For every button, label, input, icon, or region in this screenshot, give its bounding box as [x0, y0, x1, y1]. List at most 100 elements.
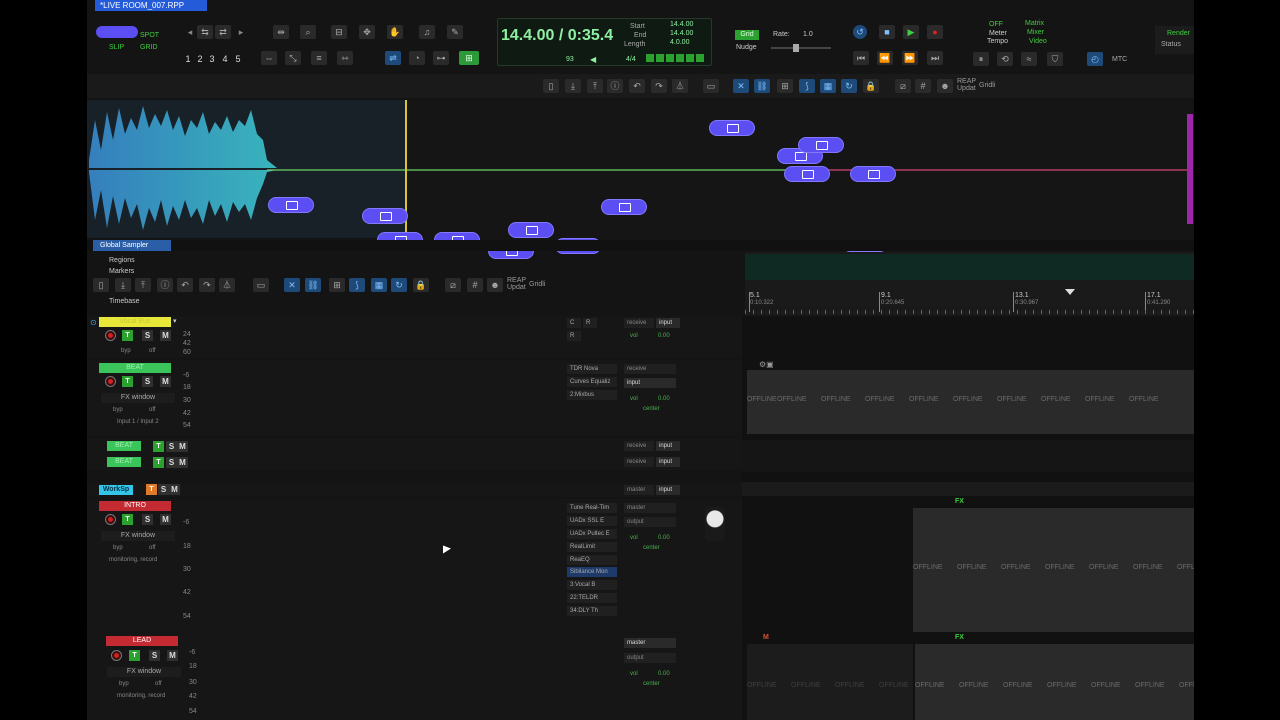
vol-value[interactable]: 0.00: [658, 669, 670, 679]
solo-button[interactable]: S: [142, 514, 153, 525]
rect-select-icon[interactable]: ▭: [703, 79, 719, 93]
receive-route[interactable]: receive: [624, 441, 654, 451]
item-fx-badge[interactable]: FX: [955, 498, 964, 505]
global-sampler-tab[interactable]: Global Sampler: [93, 240, 171, 251]
solo-button[interactable]: S: [166, 441, 177, 452]
snap-icon[interactable]: ⊞: [459, 51, 479, 65]
monitoring-selector[interactable]: monitoring, record: [109, 555, 157, 565]
global-sampler-bar[interactable]: Global Sampler: [87, 240, 1194, 251]
snap-grid-icon[interactable]: ▦: [371, 278, 387, 292]
track-worksp[interactable]: WorkSp T S M master input: [87, 483, 742, 497]
forward-icon[interactable]: ⏩: [902, 51, 918, 65]
spot-mode-label[interactable]: SPOT: [140, 32, 159, 39]
input-route[interactable]: input: [656, 485, 680, 495]
trim-icon[interactable]: ⇹: [273, 25, 289, 39]
beat-child-lane[interactable]: [742, 440, 1194, 472]
track-name[interactable]: BEAT: [107, 441, 141, 451]
arrange-area[interactable]: ⚙▣ OFFLINE OFFLINE OFFLINE OFFLINE OFFLI…: [742, 316, 1194, 720]
slip-mode-label[interactable]: SLIP: [109, 44, 124, 51]
regions-label[interactable]: Regions: [109, 257, 135, 264]
fx-slot[interactable]: UADx SSL E: [567, 516, 617, 526]
redo-icon[interactable]: ↷: [651, 79, 667, 93]
speaker-icon[interactable]: ♫: [419, 25, 435, 39]
rewind-icon[interactable]: ⏪: [877, 51, 893, 65]
fx-slot[interactable]: Tune Real-Tim: [567, 503, 617, 513]
folder-icon[interactable]: ⊙: [90, 318, 97, 327]
mtc-label[interactable]: MTC: [1112, 56, 1127, 63]
export-icon[interactable]: ⤒: [135, 278, 151, 292]
right-arrow-icon[interactable]: ▸: [233, 25, 249, 39]
rate-slider-thumb[interactable]: [793, 44, 799, 52]
matrix-button[interactable]: Matrix: [1025, 20, 1044, 27]
worksp-lane[interactable]: [742, 482, 1194, 496]
go-end-icon[interactable]: ⏭: [927, 51, 943, 65]
undo-icon[interactable]: ↶: [177, 278, 193, 292]
mute-button[interactable]: M: [169, 484, 180, 495]
pan-value[interactable]: center: [643, 543, 660, 553]
import-icon[interactable]: ⤓: [115, 278, 131, 292]
sample-clip[interactable]: [709, 120, 755, 136]
gridli-label[interactable]: Gridli: [529, 281, 545, 288]
file-icon[interactable]: ▯: [543, 79, 559, 93]
sample-clip[interactable]: [268, 197, 314, 213]
fx-window-button[interactable]: FX window: [107, 667, 181, 677]
track-name[interactable]: Vocal Bus: [99, 317, 171, 327]
lock-icon[interactable]: 🔒: [413, 278, 429, 292]
track-name[interactable]: BEAT: [99, 363, 171, 373]
track-dropdown-icon[interactable]: ▾: [173, 317, 177, 325]
fx-slot[interactable]: TDR Nova: [567, 364, 617, 374]
play-button[interactable]: ▶: [903, 25, 919, 39]
pencil-icon[interactable]: ✎: [447, 25, 463, 39]
receive-route[interactable]: receive: [624, 318, 654, 328]
waveform-area[interactable]: [87, 100, 1194, 238]
pan-value[interactable]: center: [643, 679, 660, 689]
monitor-button[interactable]: T: [122, 514, 133, 525]
rect-select-icon[interactable]: ▭: [253, 278, 269, 292]
monitor-button[interactable]: T: [146, 484, 157, 495]
record-button[interactable]: ●: [927, 25, 943, 39]
track-intro[interactable]: INTRO T S M FX window byp off monitoring…: [87, 499, 742, 631]
monitor-button[interactable]: T: [153, 457, 164, 468]
metronome-icon[interactable]: ⏃: [219, 278, 235, 292]
solo-button[interactable]: S: [149, 650, 160, 661]
slash-icon[interactable]: ⧄: [895, 79, 911, 93]
output-route[interactable]: output: [624, 653, 676, 663]
link-icon[interactable]: ⛓: [754, 79, 770, 93]
sample-clip[interactable]: [850, 166, 896, 182]
start-value[interactable]: 14.4.00: [670, 21, 693, 28]
monitor-button[interactable]: T: [153, 441, 164, 452]
grid-mode-label[interactable]: GRID: [140, 44, 158, 51]
sample-clip[interactable]: [508, 222, 554, 238]
mute-button[interactable]: M: [160, 514, 171, 525]
reap-updat-label[interactable]: REAP Updat: [957, 78, 979, 92]
sample-clip[interactable]: [601, 199, 647, 215]
redo-icon[interactable]: ↷: [199, 278, 215, 292]
metronome-off-label[interactable]: OFF: [989, 21, 1003, 28]
export-icon[interactable]: ⤒: [587, 79, 603, 93]
monitoring-selector[interactable]: monitoring, record: [117, 691, 165, 701]
master-route[interactable]: master: [624, 503, 676, 513]
number-button-3[interactable]: 3: [207, 52, 217, 66]
envelope-icon[interactable]: ⟆: [349, 278, 365, 292]
solo-button[interactable]: S: [158, 484, 169, 495]
end-value[interactable]: 14.4.00: [670, 30, 693, 37]
reap-updat-label[interactable]: REAP Updat: [507, 277, 529, 291]
markers-label[interactable]: Markers: [109, 268, 134, 275]
record-arm-button[interactable]: [111, 650, 122, 661]
fx-slot[interactable]: R: [583, 318, 597, 328]
number-button-5[interactable]: 5: [233, 52, 243, 66]
fx-window-button[interactable]: FX window: [101, 531, 175, 541]
video-button[interactable]: Video: [1029, 38, 1047, 45]
split-icon[interactable]: ⊟: [331, 25, 347, 39]
loop-icon[interactable]: ↺: [853, 25, 867, 39]
monitor-button[interactable]: T: [129, 650, 140, 661]
track-lead[interactable]: LEAD T S M FX window byp off monitoring,…: [87, 633, 742, 720]
sync-icon[interactable]: ⟲: [997, 52, 1013, 66]
mute-button[interactable]: M: [177, 441, 188, 452]
crossfade-icon[interactable]: ✕: [284, 278, 300, 292]
fx-slot[interactable]: 2:Mixbus: [567, 390, 617, 400]
stop-button[interactable]: ■: [879, 25, 895, 39]
record-arm-button[interactable]: [105, 376, 116, 387]
clock-icon[interactable]: ◴: [1087, 52, 1103, 66]
vol-value[interactable]: 0.00: [658, 394, 670, 404]
